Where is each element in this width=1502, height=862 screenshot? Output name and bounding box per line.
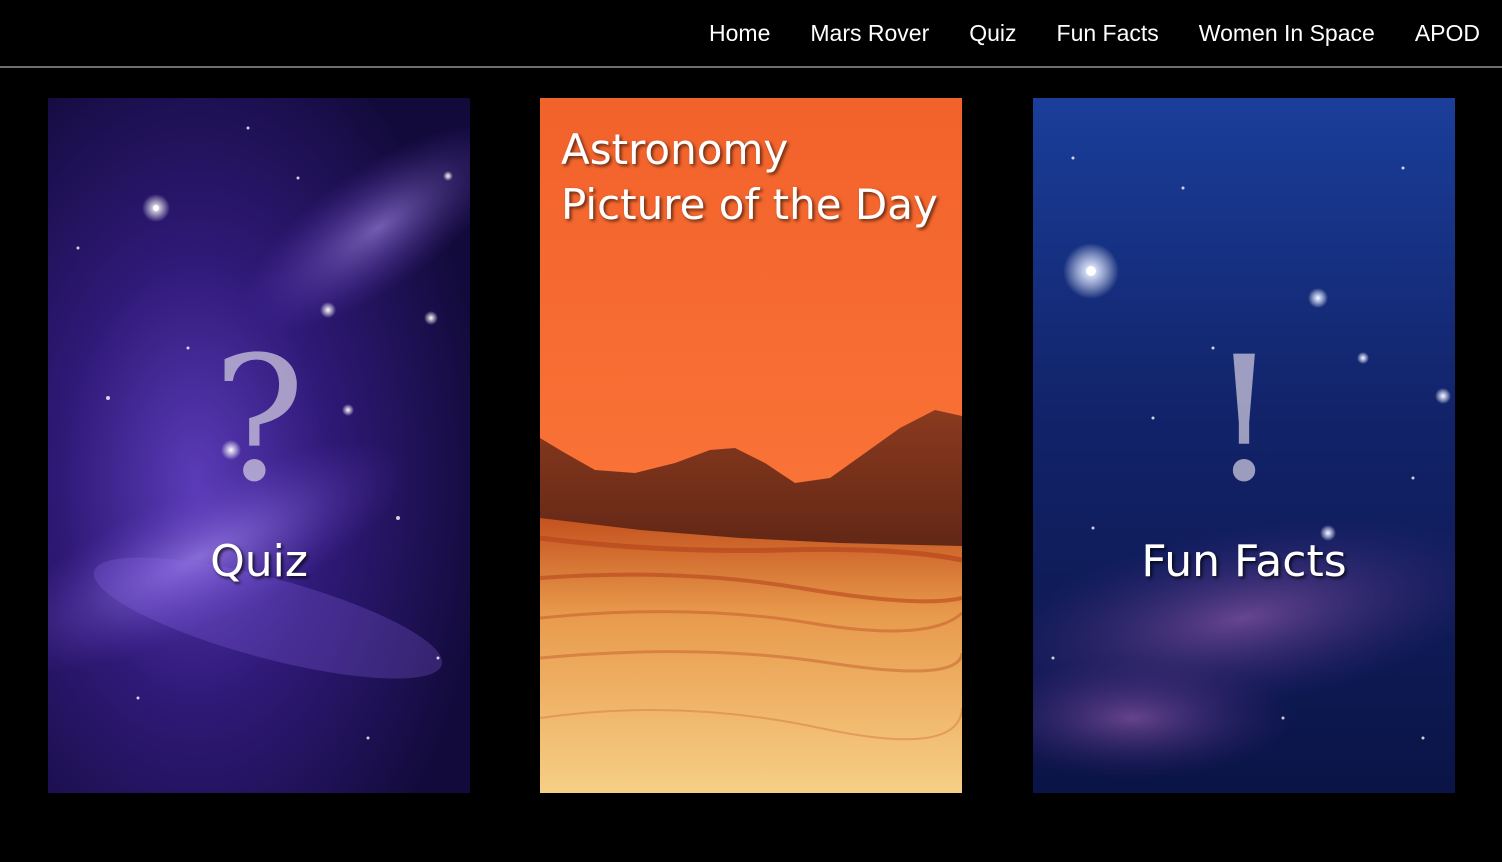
question-mark-icon: ? [212, 319, 306, 520]
nav-link-home[interactable]: Home [709, 20, 770, 46]
nav-item-women-in-space: Women In Space [1199, 18, 1375, 48]
nav-item-fun-facts: Fun Facts [1057, 18, 1159, 48]
apod-title-line-1: Astronomy [561, 125, 789, 174]
nav-link-mars-rover[interactable]: Mars Rover [810, 20, 929, 46]
nav-links: Home Mars Rover Quiz Fun Facts Women In … [709, 18, 1480, 48]
quiz-card-label: Quiz [210, 536, 308, 587]
nav-item-apod: APOD [1415, 18, 1480, 48]
nav-link-quiz[interactable]: Quiz [969, 20, 1016, 46]
apod-title-line-2: Picture of the Day [561, 180, 938, 229]
top-navbar: Home Mars Rover Quiz Fun Facts Women In … [0, 0, 1502, 68]
nav-link-fun-facts[interactable]: Fun Facts [1057, 20, 1159, 46]
apod-card-title: Astronomy Picture of the Day [561, 122, 956, 232]
nav-item-quiz: Quiz [969, 18, 1016, 48]
fun-facts-card[interactable]: ! Fun Facts [1033, 98, 1455, 793]
exclamation-mark-icon: ! [1209, 319, 1279, 520]
nav-item-home: Home [709, 18, 770, 48]
nav-link-apod[interactable]: APOD [1415, 20, 1480, 46]
nav-link-women-in-space[interactable]: Women In Space [1199, 20, 1375, 46]
quiz-card[interactable]: ? Quiz [48, 98, 470, 793]
apod-card[interactable]: Astronomy Picture of the Day [540, 98, 962, 793]
nav-item-mars-rover: Mars Rover [810, 18, 929, 48]
fun-facts-card-label: Fun Facts [1141, 536, 1347, 587]
